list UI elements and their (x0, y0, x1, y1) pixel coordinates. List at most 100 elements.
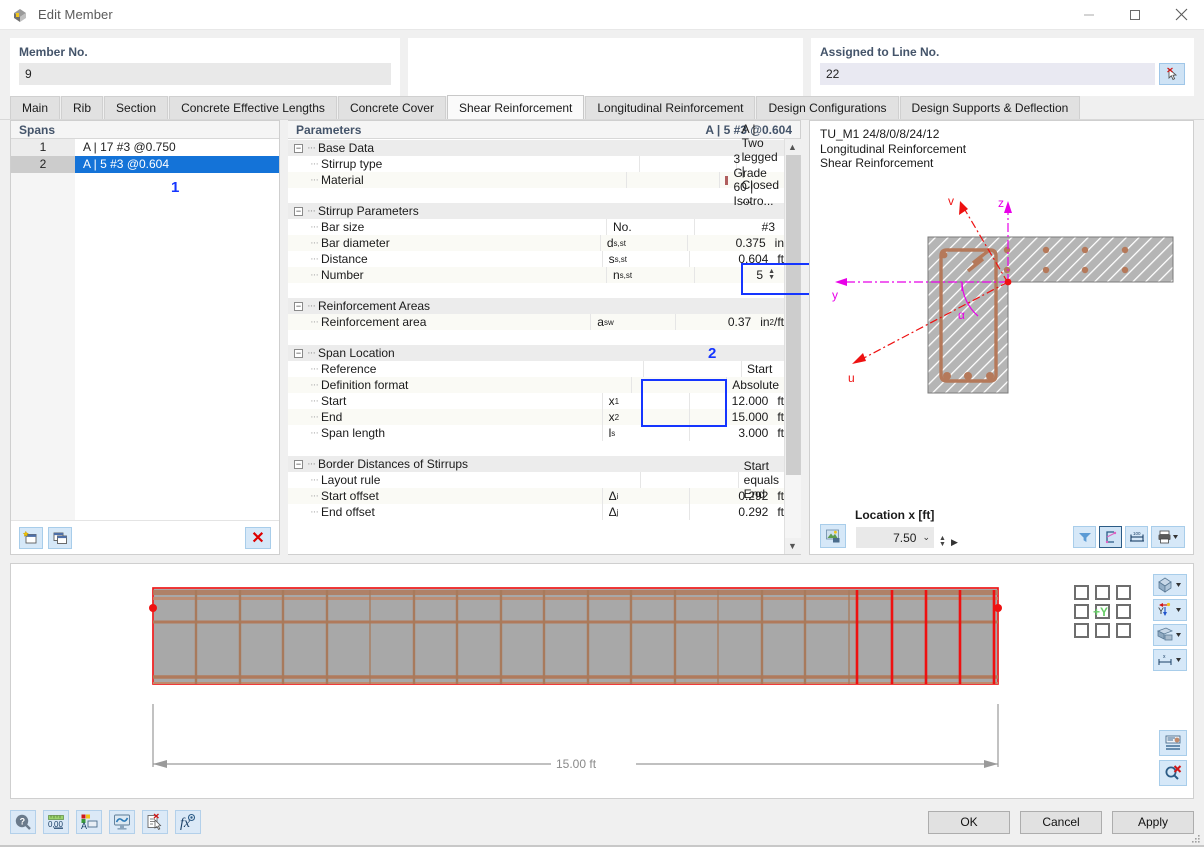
caption-line-3: Shear Reinforcement (820, 156, 934, 170)
tab-shear-reinforcement[interactable]: Shear Reinforcement (446, 95, 585, 119)
table-row[interactable]: ··· Bar diameter d s,st 0.375 in (288, 235, 784, 251)
apply-button[interactable]: Apply (1112, 810, 1194, 834)
row-value[interactable]: 15.000 (688, 409, 774, 425)
print-view-icon[interactable] (1159, 730, 1187, 756)
ok-button[interactable]: OK (928, 810, 1010, 834)
scroll-up-icon[interactable]: ▲ (784, 139, 801, 155)
group-base-data[interactable]: − ··· Base Data (288, 139, 784, 156)
row-value[interactable]: #3 (694, 219, 780, 235)
group-border-distances[interactable]: − ··· Border Distances of Stirrups (288, 455, 784, 472)
table-row[interactable]: ··· Start offset Δi 0.292 ft (288, 488, 784, 504)
row-value[interactable]: 12.000 (688, 393, 774, 409)
cross-section-drawing[interactable]: z y v u α (810, 171, 1193, 507)
scrollbar-thumb[interactable] (785, 155, 800, 475)
table-row[interactable]: ··· Bar size No. #3 (288, 219, 784, 235)
window-controls (1066, 0, 1204, 30)
printer-icon[interactable] (1151, 526, 1185, 548)
axis-orientation-icon[interactable]: Y (1153, 599, 1187, 621)
tab-section[interactable]: Section (104, 96, 169, 119)
row-value[interactable]: 3 - Grade 60 | Isotro... (718, 152, 784, 208)
collapse-icon[interactable]: − (294, 348, 303, 358)
collapse-icon[interactable]: − (294, 459, 303, 469)
tab-concrete-cover[interactable]: Concrete Cover (337, 96, 446, 119)
close-button[interactable] (1158, 0, 1204, 30)
row-symbol: No. (605, 219, 694, 235)
table-row[interactable]: ··· Definition format Absolute (288, 377, 784, 393)
row-symbol: ls (601, 425, 689, 441)
cancel-button[interactable]: Cancel (1020, 810, 1102, 834)
render-image-icon[interactable] (820, 524, 846, 548)
report-icon[interactable] (142, 810, 168, 834)
row-value[interactable]: Absolute (726, 377, 784, 393)
row-value[interactable]: 0.292 (688, 504, 774, 520)
delete-span-button[interactable]: ✕ (245, 526, 271, 549)
table-row[interactable]: ··· Distance s s,st 0.604 ft (288, 251, 784, 267)
section-caption: TU_M1 24/8/0/8/24/12 Longitudinal Reinfo… (810, 121, 1193, 171)
axes-icon[interactable] (1099, 526, 1122, 548)
table-row[interactable]: ··· Number n s,st 5 ▲ ▼ (288, 267, 784, 283)
collapse-icon[interactable]: − (294, 206, 303, 216)
table-row[interactable]: ··· Reference Start (288, 361, 784, 377)
tab-concrete-effective-lengths[interactable]: Concrete Effective Lengths (169, 96, 337, 119)
dimension-mode-icon[interactable]: x (1153, 649, 1187, 671)
number-stepper[interactable]: ▲ ▼ (768, 268, 775, 281)
table-row[interactable]: ··· End x2 15.000 ft (288, 409, 784, 425)
group-stirrup-parameters[interactable]: − ··· Stirrup Parameters (288, 202, 784, 219)
tab-design-supports-deflection[interactable]: Design Supports & Deflection (899, 96, 1081, 119)
chevron-down-icon[interactable]: ⌄ (922, 532, 930, 543)
new-span-icon[interactable] (19, 526, 43, 549)
row-value[interactable]: 5 ▲ ▼ (694, 267, 780, 283)
table-row[interactable]: ···Stirrup type A | Two legged | Closed … (288, 122, 784, 206)
beam-diagram-panel[interactable]: 15.00 ft +Y Y x (10, 563, 1194, 799)
resize-grip[interactable] (1191, 833, 1201, 843)
row-label: ··· Start offset (310, 489, 379, 503)
view-3d-icon[interactable] (1153, 574, 1187, 596)
member-no-input[interactable] (19, 63, 391, 85)
navigation-cube-icon[interactable]: +Y (1073, 584, 1133, 640)
table-row[interactable]: ··· Reinforcement area a sw 0.37 in 2/ft (288, 314, 784, 330)
parameters-grid: − ··· Base Data ···Stirrup type A | Two … (288, 122, 842, 554)
table-row[interactable]: ··· Span length ls 3.000 ft (288, 425, 784, 441)
table-row[interactable]: ··· Start x1 12.000 ft (288, 393, 784, 409)
row-value[interactable]: Start equals End (737, 459, 784, 501)
minimize-button[interactable] (1066, 0, 1112, 30)
copy-span-icon[interactable] (48, 526, 72, 549)
filter-icon[interactable] (1073, 526, 1096, 548)
units-icon[interactable]: 0, 00 (43, 810, 69, 834)
maximize-button[interactable] (1112, 0, 1158, 30)
location-x-next-icon[interactable]: ▶ (951, 537, 958, 548)
tab-main[interactable]: Main (10, 96, 61, 119)
location-x-combo[interactable]: 7.50 ⌄ (856, 527, 934, 548)
visualization-icon[interactable] (109, 810, 135, 834)
scroll-down-icon[interactable]: ▼ (784, 538, 801, 554)
location-x-stepper[interactable]: ▲ ▼ (939, 535, 946, 548)
assigned-line-input[interactable] (820, 63, 1155, 85)
tab-longitudinal-reinforcement[interactable]: Longitudinal Reinforcement (585, 96, 756, 119)
collapse-icon[interactable]: − (294, 301, 303, 311)
table-row[interactable]: ···Layout rule Start equals End (288, 459, 784, 501)
assigned-line-box: Assigned to Line No. (811, 38, 1194, 96)
render-mode-icon[interactable] (1153, 624, 1187, 646)
span-row-label: A | 5 #3 @0.604 (75, 156, 279, 173)
row-value[interactable]: Start (741, 361, 784, 377)
row-unit: ft (777, 505, 785, 519)
row-value[interactable]: 0.292 (688, 488, 774, 504)
formula-icon[interactable]: fx (175, 810, 201, 834)
tab-design-configurations[interactable]: Design Configurations (756, 96, 899, 119)
dimensions-icon[interactable]: 100 (1125, 526, 1148, 548)
table-row[interactable]: 1 A | 17 #3 @0.750 (11, 139, 279, 156)
collapse-icon[interactable]: − (294, 143, 303, 153)
display-properties-icon[interactable]: A (76, 810, 102, 834)
clear-selection-icon[interactable] (1159, 760, 1187, 786)
parameters-scrollbar[interactable]: ▲ ▼ (784, 139, 801, 554)
row-value[interactable]: 0.604 (688, 251, 774, 267)
row-value[interactable]: 0.375 (686, 235, 771, 251)
table-row[interactable]: ··· Material 3 - Grade 60 | Isotro... (288, 152, 784, 208)
tab-rib[interactable]: Rib (61, 96, 104, 119)
help-icon[interactable]: ? (10, 810, 36, 834)
pick-cursor-icon[interactable] (1159, 63, 1185, 85)
table-row[interactable]: ··· End offset Δj 0.292 ft (288, 504, 784, 520)
table-row[interactable]: 2 A | 5 #3 @0.604 (11, 156, 279, 173)
scrollbar-track[interactable] (784, 475, 801, 538)
group-reinforcement-areas[interactable]: − ··· Reinforcement Areas (288, 297, 784, 314)
